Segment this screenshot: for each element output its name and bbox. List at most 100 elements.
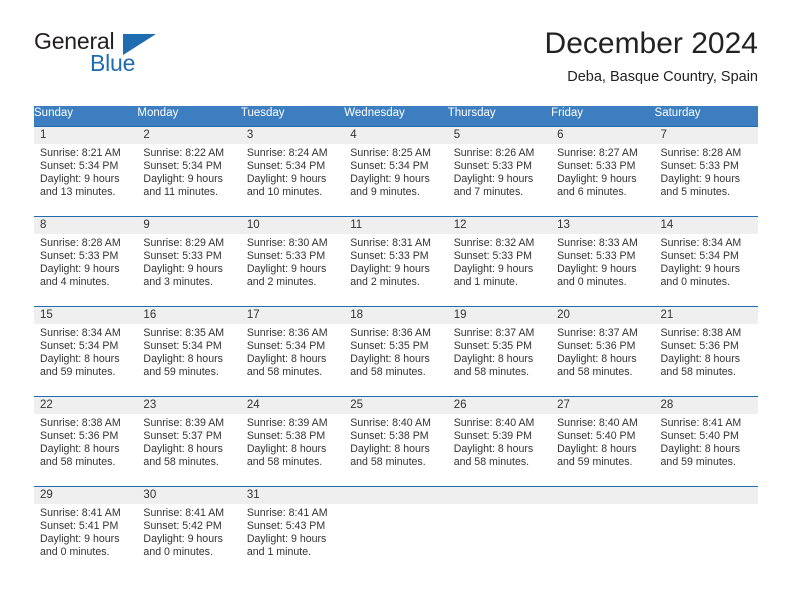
sunset-text: Sunset: 5:33 PM	[557, 159, 636, 172]
sunset-text: Sunset: 5:36 PM	[557, 339, 636, 352]
daylight-text-line1: Daylight: 9 hours	[453, 172, 534, 185]
calendar-day-cell-empty	[551, 485, 655, 576]
daylight-text-line1: Daylight: 9 hours	[660, 262, 741, 275]
sunset-text: Sunset: 5:36 PM	[40, 429, 119, 442]
calendar-day-cell[interactable]: 15 Sunrise: 8:34 AM Sunset: 5:34 PM Dayligh…	[34, 305, 138, 396]
calendar-day-number: 27	[551, 396, 655, 414]
page-title: December 2024	[544, 27, 758, 60]
calendar-day-cell[interactable]: 28 Sunrise: 8:41 AM Sunset: 5:40 PM Dayligh…	[654, 395, 758, 486]
daylight-text-line2: and 58 minutes.	[453, 456, 530, 469]
day-details: Sunrise: 8:34 AM Sunset: 5:34 PM Daylight:…	[655, 234, 758, 290]
sunrise-text: Sunrise: 8:35 AM	[143, 326, 225, 339]
calendar-day-cell[interactable]: 22 Sunrise: 8:38 AM Sunset: 5:36 PM Dayligh…	[34, 395, 138, 486]
sunset-text: Sunset: 5:33 PM	[246, 249, 326, 262]
calendar-day-number	[654, 486, 758, 504]
sunrise-text: Sunrise: 8:22 AM	[143, 146, 225, 159]
calendar-day-cell[interactable]: 6 Sunrise: 8:27 AM Sunset: 5:33 PM Daylight…	[551, 125, 655, 216]
day-details: Sunrise: 8:39 AM Sunset: 5:38 PM Daylight:…	[241, 414, 344, 470]
calendar-day-cell[interactable]: 10 Sunrise: 8:30 AM Sunset: 5:33 PM Dayligh…	[240, 215, 345, 306]
sunrise-text: Sunrise: 8:41 AM	[660, 416, 742, 429]
daylight-text-line2: and 58 minutes.	[143, 456, 219, 469]
calendar-day-cell[interactable]: 14 Sunrise: 8:34 AM Sunset: 5:34 PM Dayligh…	[654, 215, 758, 306]
calendar-day-number: 24	[240, 396, 345, 414]
sunset-text: Sunset: 5:40 PM	[660, 429, 739, 442]
weekday-header-tuesday: Tuesday	[240, 106, 345, 126]
weekday-header-row: Sunday Monday Tuesday Wednesday Thursday…	[34, 106, 758, 126]
calendar-day-cell[interactable]: 16 Sunrise: 8:35 AM Sunset: 5:34 PM Dayligh…	[137, 305, 241, 396]
calendar-day-cell[interactable]: 20 Sunrise: 8:37 AM Sunset: 5:36 PM Dayligh…	[551, 305, 655, 396]
daylight-text-line2: and 58 minutes.	[660, 366, 736, 379]
daylight-text-line1: Daylight: 8 hours	[660, 352, 741, 365]
sunset-text: Sunset: 5:34 PM	[660, 249, 739, 262]
day-details: Sunrise: 8:26 AM Sunset: 5:33 PM Daylight:…	[448, 144, 551, 200]
calendar-day-cell[interactable]: 29 Sunrise: 8:41 AM Sunset: 5:41 PM Dayligh…	[34, 485, 138, 576]
calendar-day-number: 19	[447, 306, 552, 324]
daylight-text-line2: and 59 minutes.	[40, 366, 116, 379]
brand-logo[interactable]: General Blue	[34, 28, 234, 84]
calendar-day-number: 23	[137, 396, 241, 414]
calendar-day-cell[interactable]: 4 Sunrise: 8:25 AM Sunset: 5:34 PM Daylight…	[344, 125, 448, 216]
calendar-day-cell[interactable]: 1 Sunrise: 8:21 AM Sunset: 5:34 PM Daylight…	[34, 125, 138, 216]
day-details: Sunrise: 8:40 AM Sunset: 5:40 PM Daylight:…	[551, 414, 654, 470]
daylight-text-line1: Daylight: 9 hours	[40, 532, 120, 545]
calendar-day-cell[interactable]: 8 Sunrise: 8:28 AM Sunset: 5:33 PM Daylight…	[34, 215, 138, 306]
sunrise-text: Sunrise: 8:36 AM	[246, 326, 328, 339]
calendar-day-cell[interactable]: 5 Sunrise: 8:26 AM Sunset: 5:33 PM Daylight…	[447, 125, 552, 216]
calendar-day-number: 17	[240, 306, 345, 324]
calendar-day-cell[interactable]: 27 Sunrise: 8:40 AM Sunset: 5:40 PM Dayligh…	[551, 395, 655, 486]
calendar-day-number: 5	[447, 126, 552, 144]
calendar-day-cell[interactable]: 3 Sunrise: 8:24 AM Sunset: 5:34 PM Daylight…	[240, 125, 345, 216]
daylight-text-line1: Daylight: 8 hours	[40, 352, 120, 365]
calendar-day-cell[interactable]: 9 Sunrise: 8:29 AM Sunset: 5:33 PM Daylight…	[137, 215, 241, 306]
daylight-text-line2: and 59 minutes.	[660, 456, 736, 469]
sunset-text: Sunset: 5:37 PM	[143, 429, 222, 442]
daylight-text-line1: Daylight: 8 hours	[40, 442, 120, 455]
calendar-day-cell[interactable]: 21 Sunrise: 8:38 AM Sunset: 5:36 PM Dayligh…	[654, 305, 758, 396]
calendar-week-row: 1 Sunrise: 8:21 AM Sunset: 5:34 PM Daylight…	[34, 125, 758, 216]
sunset-text: Sunset: 5:38 PM	[246, 429, 326, 442]
calendar-day-cell[interactable]: 18 Sunrise: 8:36 AM Sunset: 5:35 PM Dayligh…	[344, 305, 448, 396]
daylight-text-line2: and 1 minute.	[453, 276, 518, 289]
day-details: Sunrise: 8:22 AM Sunset: 5:34 PM Daylight:…	[137, 144, 240, 200]
calendar-day-cell[interactable]: 11 Sunrise: 8:31 AM Sunset: 5:33 PM Dayligh…	[344, 215, 448, 306]
calendar-day-number: 3	[240, 126, 345, 144]
calendar-day-cell[interactable]: 31 Sunrise: 8:41 AM Sunset: 5:43 PM Dayligh…	[240, 485, 345, 576]
day-details: Sunrise: 8:41 AM Sunset: 5:43 PM Daylight:…	[241, 504, 344, 560]
day-details: Sunrise: 8:35 AM Sunset: 5:34 PM Daylight:…	[137, 324, 240, 380]
sunrise-text: Sunrise: 8:33 AM	[557, 236, 638, 249]
calendar-day-cell[interactable]: 2 Sunrise: 8:22 AM Sunset: 5:34 PM Daylight…	[137, 125, 241, 216]
sunset-text: Sunset: 5:33 PM	[40, 249, 119, 262]
sunrise-text: Sunrise: 8:36 AM	[350, 326, 431, 339]
daylight-text-line1: Daylight: 9 hours	[143, 262, 223, 275]
calendar-day-cell[interactable]: 17 Sunrise: 8:36 AM Sunset: 5:34 PM Dayligh…	[240, 305, 345, 396]
calendar-day-cell[interactable]: 24 Sunrise: 8:39 AM Sunset: 5:38 PM Dayligh…	[240, 395, 345, 486]
calendar-page: General Blue December 2024 Deba, Basque …	[0, 0, 792, 612]
calendar-day-number: 1	[34, 126, 138, 144]
calendar-day-cell[interactable]: 26 Sunrise: 8:40 AM Sunset: 5:39 PM Dayligh…	[447, 395, 552, 486]
sunrise-text: Sunrise: 8:28 AM	[40, 236, 121, 249]
daylight-text-line1: Daylight: 9 hours	[350, 262, 430, 275]
weekday-header-friday: Friday	[551, 106, 655, 126]
sunrise-text: Sunrise: 8:37 AM	[557, 326, 638, 339]
calendar-day-cell[interactable]: 30 Sunrise: 8:41 AM Sunset: 5:42 PM Dayligh…	[137, 485, 241, 576]
day-details: Sunrise: 8:36 AM Sunset: 5:35 PM Daylight:…	[344, 324, 447, 380]
calendar-day-cell[interactable]: 25 Sunrise: 8:40 AM Sunset: 5:38 PM Dayligh…	[344, 395, 448, 486]
sunset-text: Sunset: 5:34 PM	[246, 339, 326, 352]
daylight-text-line1: Daylight: 8 hours	[246, 442, 327, 455]
calendar-day-number: 9	[137, 216, 241, 234]
daylight-text-line1: Daylight: 9 hours	[40, 172, 120, 185]
calendar-day-number: 31	[240, 486, 345, 504]
calendar-day-cell[interactable]: 19 Sunrise: 8:37 AM Sunset: 5:35 PM Dayligh…	[447, 305, 552, 396]
calendar-day-cell-empty	[447, 485, 552, 576]
calendar-day-cell[interactable]: 23 Sunrise: 8:39 AM Sunset: 5:37 PM Dayligh…	[137, 395, 241, 486]
day-details: Sunrise: 8:28 AM Sunset: 5:33 PM Daylight:…	[655, 144, 758, 200]
calendar-week-row: 15 Sunrise: 8:34 AM Sunset: 5:34 PM Dayligh…	[34, 305, 758, 396]
day-details: Sunrise: 8:41 AM Sunset: 5:41 PM Daylight:…	[34, 504, 137, 560]
calendar-day-cell[interactable]: 7 Sunrise: 8:28 AM Sunset: 5:33 PM Daylight…	[654, 125, 758, 216]
calendar-day-cell[interactable]: 12 Sunrise: 8:32 AM Sunset: 5:33 PM Dayligh…	[447, 215, 552, 306]
day-details: Sunrise: 8:32 AM Sunset: 5:33 PM Daylight:…	[448, 234, 551, 290]
daylight-text-line1: Daylight: 9 hours	[143, 532, 223, 545]
daylight-text-line1: Daylight: 8 hours	[453, 442, 534, 455]
daylight-text-line1: Daylight: 9 hours	[557, 262, 637, 275]
calendar-day-cell[interactable]: 13 Sunrise: 8:33 AM Sunset: 5:33 PM Dayligh…	[551, 215, 655, 306]
